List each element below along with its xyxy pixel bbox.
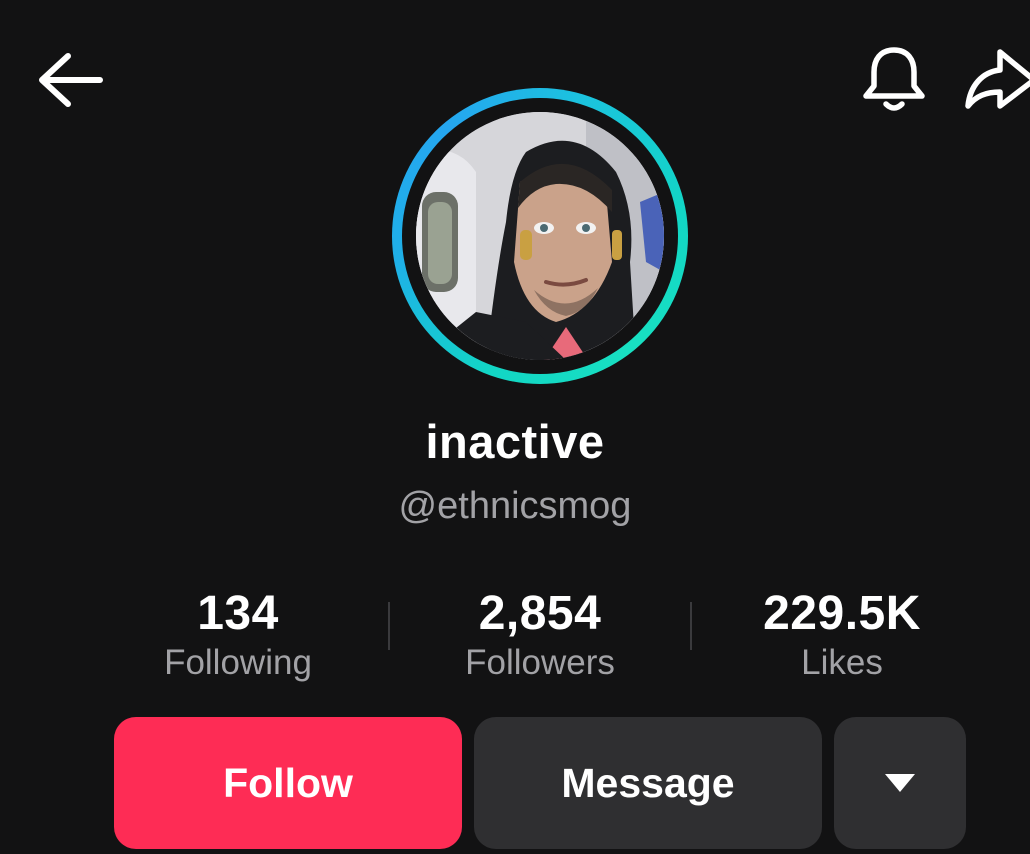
caret-down-icon: [885, 774, 915, 792]
share-button[interactable]: [962, 44, 1030, 116]
stat-followers[interactable]: 2,854 Followers: [390, 584, 690, 684]
stat-likes-label: Likes: [801, 643, 883, 682]
stat-likes-value: 229.5K: [763, 587, 921, 640]
username-handle: @ethnicsmog: [398, 485, 632, 527]
avatar-photo: [416, 112, 664, 360]
share-arrow-icon: [965, 49, 1030, 109]
avatar[interactable]: [416, 112, 664, 360]
stat-following-value: 134: [197, 587, 279, 640]
follow-button-label: Follow: [223, 759, 353, 806]
notification-bell-button[interactable]: [856, 42, 932, 118]
message-button-label: Message: [561, 759, 735, 806]
bell-icon: [863, 47, 925, 111]
stat-likes[interactable]: 229.5K Likes: [692, 584, 992, 684]
message-button[interactable]: Message: [474, 717, 822, 849]
stat-followers-value: 2,854: [478, 587, 602, 640]
stat-followers-label: Followers: [465, 643, 615, 682]
avatar-ring: [392, 88, 688, 384]
stat-following-label: Following: [164, 643, 312, 682]
more-options-button[interactable]: [834, 717, 966, 849]
display-name: inactive: [425, 415, 605, 468]
stat-following[interactable]: 134 Following: [88, 584, 388, 684]
back-button[interactable]: [30, 48, 114, 112]
follow-button[interactable]: Follow: [114, 717, 462, 849]
arrow-left-icon: [39, 53, 103, 107]
